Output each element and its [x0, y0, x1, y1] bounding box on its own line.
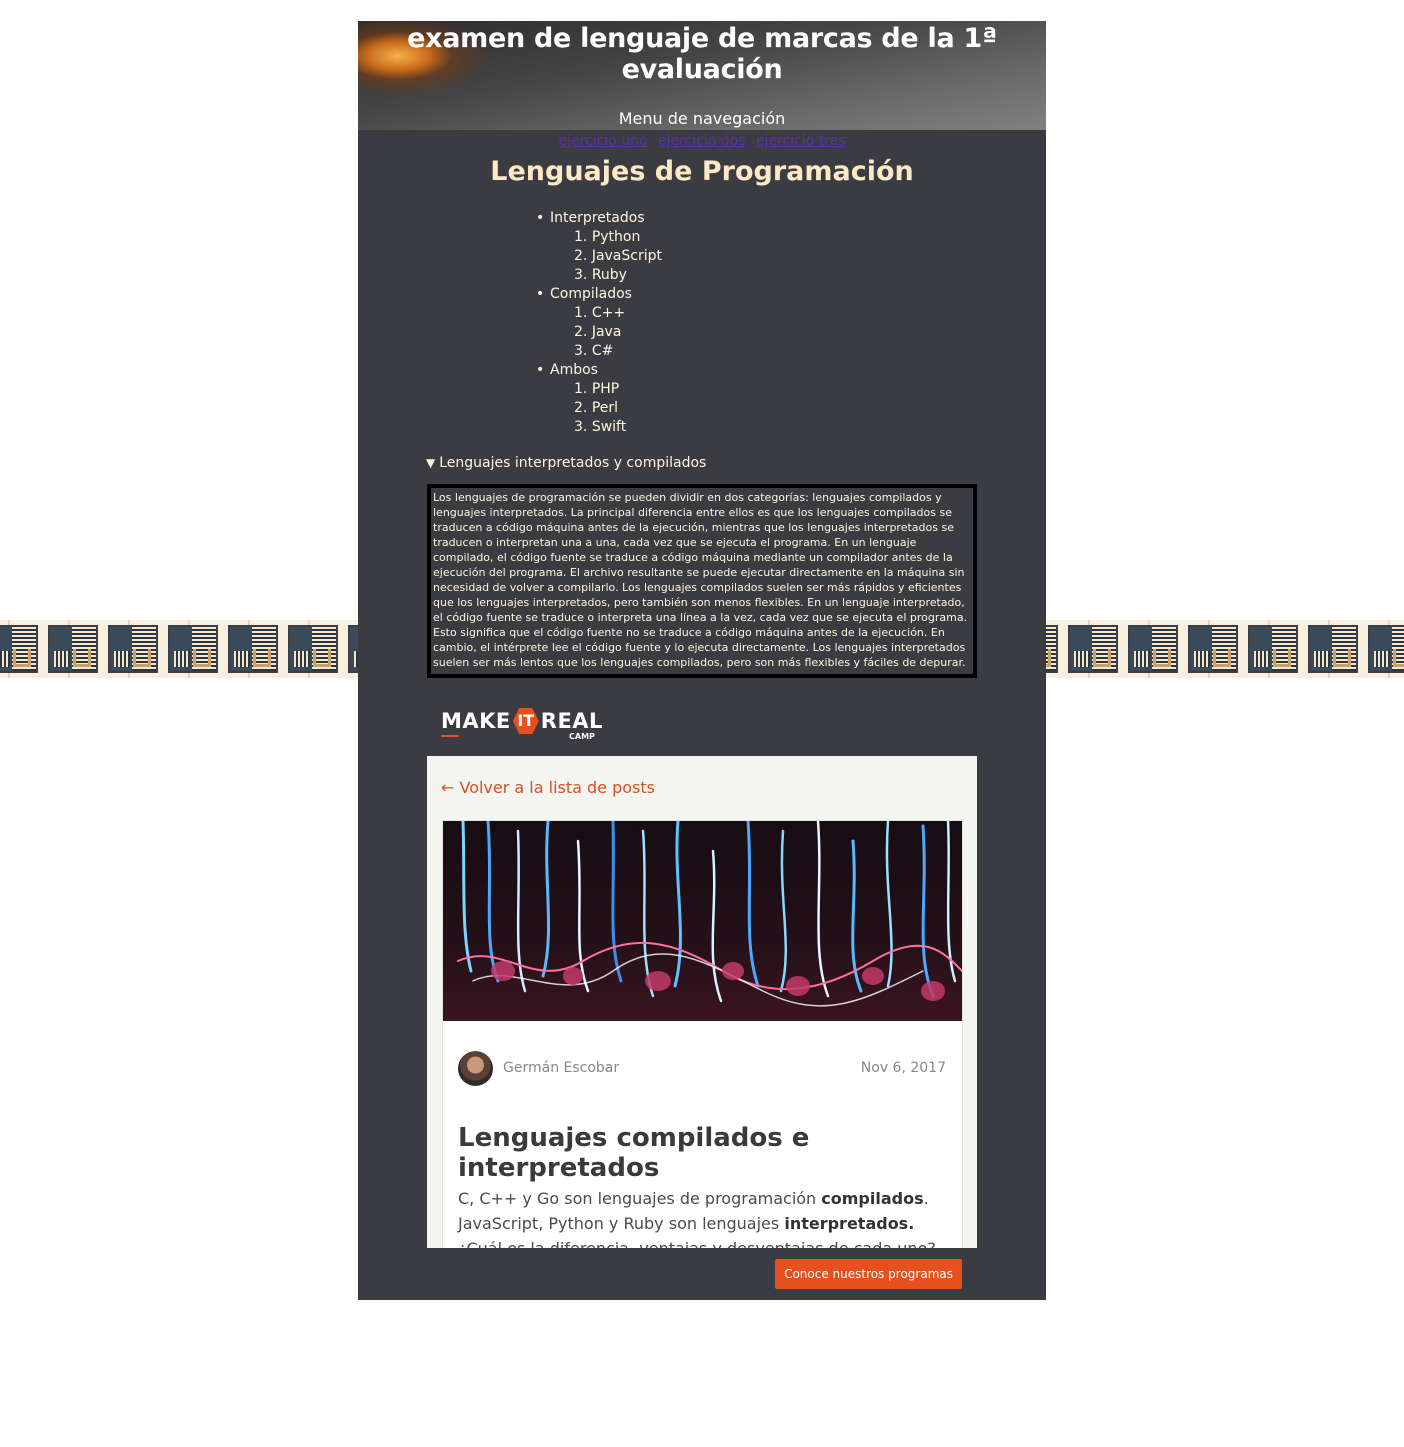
group-label: Ambos	[550, 362, 598, 378]
page-header: examen de lenguaje de marcas de la 1ª ev…	[358, 21, 1046, 149]
group-label: Compilados	[550, 286, 632, 302]
list-item: 2. Perl	[574, 400, 619, 416]
blog-body: ← Volver a la lista de posts Germán Esco…	[427, 756, 977, 1300]
site-title: examen de lenguaje de marcas de la 1ª ev…	[407, 23, 997, 85]
details-summary[interactable]: ▼ Lenguajes interpretados y compilados	[426, 455, 1046, 471]
embedded-blog-frame[interactable]: MAKE IT REAL CAMP ← Volver a la lista de…	[427, 694, 977, 1300]
item-label: Java	[591, 324, 622, 340]
pattern-tile	[1248, 625, 1298, 673]
makeitreal-logo[interactable]: MAKE IT REAL CAMP	[441, 708, 603, 741]
item-label: JavaScript	[591, 248, 662, 264]
post-meta: Germán Escobar Nov 6, 2017	[458, 1051, 946, 1087]
sublist: 1. Python 2. JavaScript 3. Ruby	[550, 228, 1046, 285]
triangle-down-icon: ▼	[426, 456, 436, 470]
list-item: Ambos 1. PHP 2. Perl 3. Swift	[536, 361, 1046, 437]
pattern-tile	[228, 625, 278, 673]
list-item: 2. Java	[574, 324, 622, 340]
item-label: C++	[591, 305, 626, 321]
back-to-posts-link[interactable]: ← Volver a la lista de posts	[441, 778, 655, 797]
item-label: Perl	[591, 400, 619, 416]
blog-footer-bar: Conoce nuestros programas	[427, 1248, 977, 1300]
pattern-tile	[1308, 625, 1358, 673]
list-item: Compilados 1. C++ 2. Java 3. C#	[536, 285, 1046, 361]
list-item: 1. Python	[574, 229, 641, 245]
sublist: 1. PHP 2. Perl 3. Swift	[550, 380, 1046, 437]
post-hero-image	[443, 821, 962, 1021]
pattern-tile	[1188, 625, 1238, 673]
post-card: Germán Escobar Nov 6, 2017 Lenguajes com…	[442, 820, 963, 1300]
main-title: Lenguajes de Programación	[490, 156, 914, 187]
list-item: 3. Ruby	[574, 267, 627, 283]
item-label: Python	[591, 229, 641, 245]
pattern-tile	[288, 625, 338, 673]
item-label: Ruby	[591, 267, 627, 283]
nav-link-ejercicio-tres[interactable]: ejercicio tres	[756, 133, 846, 149]
excerpt-bold-1: compilados	[821, 1189, 924, 1208]
pattern-tile	[1128, 625, 1178, 673]
list-item: 2. JavaScript	[574, 248, 662, 264]
excerpt-bold-2: interpretados.	[784, 1214, 915, 1233]
excerpt-part-1: C, C++ y Go son lenguajes de programació…	[458, 1189, 822, 1208]
logo-camp: CAMP	[569, 732, 595, 741]
post-title[interactable]: Lenguajes compilados e interpretados	[458, 1123, 962, 1183]
pattern-tile	[108, 625, 158, 673]
logo-make: MAKE	[441, 709, 511, 733]
list-item: 1. C++	[574, 305, 626, 321]
logo-underline	[441, 735, 459, 737]
pattern-tile	[0, 625, 38, 673]
item-label: Swift	[591, 419, 627, 435]
details-content: Los lenguajes de programación se pueden …	[427, 484, 977, 678]
nav-link-ejercicio-uno[interactable]: ejercicio uno	[558, 133, 647, 149]
post-date: Nov 6, 2017	[860, 1060, 946, 1076]
item-label: PHP	[591, 381, 620, 397]
pattern-tile	[1068, 625, 1118, 673]
list-item: 1. PHP	[574, 381, 620, 397]
sublist: 1. C++ 2. Java 3. C#	[550, 304, 1046, 361]
nav-title: Menu de navegación	[618, 109, 786, 128]
page-container: examen de lenguaje de marcas de la 1ª ev…	[358, 21, 1046, 1300]
pattern-tile	[168, 625, 218, 673]
pattern-tile	[48, 625, 98, 673]
group-label: Interpretados	[550, 210, 645, 226]
blog-nav: MAKE IT REAL CAMP	[427, 694, 977, 756]
logo-real: REAL	[540, 709, 603, 733]
languages-list: Interpretados 1. Python 2. JavaScript 3.…	[358, 209, 1046, 437]
list-item: Interpretados 1. Python 2. JavaScript 3.…	[536, 209, 1046, 285]
item-label: C#	[591, 343, 614, 359]
nav-link-ejercicio-dos[interactable]: ejercicio dos	[658, 133, 746, 149]
hexagon-icon: IT	[512, 708, 539, 734]
list-item: 3. C#	[574, 343, 614, 359]
avatar	[458, 1051, 493, 1086]
details-summary-label: Lenguajes interpretados y compilados	[439, 455, 707, 471]
author-name: Germán Escobar	[503, 1060, 620, 1076]
light-trails-graphic	[457, 821, 962, 1007]
programs-cta-button[interactable]: Conoce nuestros programas	[775, 1259, 962, 1289]
list-item: 3. Swift	[574, 419, 627, 435]
pattern-tile	[1368, 625, 1404, 673]
nav-links: ejercicio uno ejercicio dos ejercicio tr…	[358, 133, 1046, 149]
